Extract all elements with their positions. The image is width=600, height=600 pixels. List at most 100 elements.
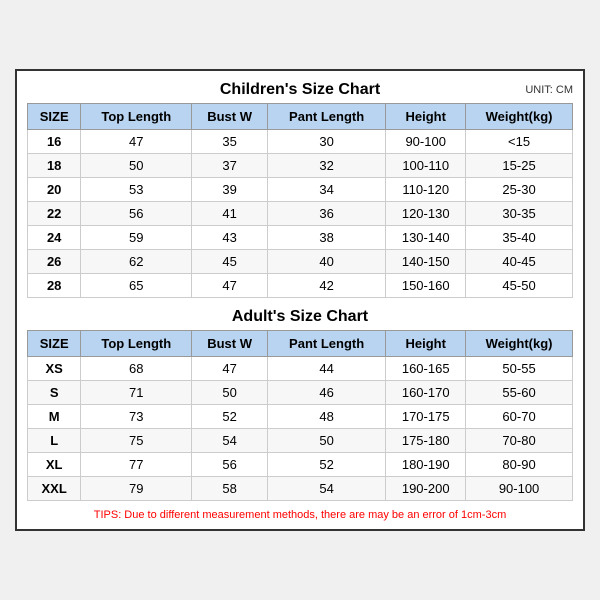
table-cell: 90-100 <box>386 130 466 154</box>
table-cell: 45 <box>192 250 268 274</box>
table-cell: 50-55 <box>466 357 573 381</box>
table-cell: 65 <box>81 274 192 298</box>
table-cell: <15 <box>466 130 573 154</box>
table-cell: 32 <box>267 154 385 178</box>
table-cell: 190-200 <box>386 477 466 501</box>
table-cell: XS <box>28 357 81 381</box>
table-cell: 75 <box>81 429 192 453</box>
table-cell: 70-80 <box>466 429 573 453</box>
table-cell: 47 <box>192 357 268 381</box>
table-cell: 55-60 <box>466 381 573 405</box>
table-row: 28654742150-16045-50 <box>28 274 573 298</box>
table-cell: 110-120 <box>386 178 466 202</box>
table-cell: 150-160 <box>386 274 466 298</box>
adults-title-row: Adult's Size Chart <box>27 308 573 326</box>
table-cell: 80-90 <box>466 453 573 477</box>
table-cell: 170-175 <box>386 405 466 429</box>
table-cell: 52 <box>267 453 385 477</box>
table-cell: 120-130 <box>386 202 466 226</box>
table-cell: 26 <box>28 250 81 274</box>
table-cell: 73 <box>81 405 192 429</box>
table-cell: 39 <box>192 178 268 202</box>
table-row: 20533934110-12025-30 <box>28 178 573 202</box>
table-cell: 60-70 <box>466 405 573 429</box>
children-col-bust-w: Bust W <box>192 104 268 130</box>
children-col-height: Height <box>386 104 466 130</box>
chart-container: Children's Size Chart UNIT: CM SIZE Top … <box>15 69 585 531</box>
table-cell: 22 <box>28 202 81 226</box>
table-row: L755450175-18070-80 <box>28 429 573 453</box>
table-row: 26624540140-15040-45 <box>28 250 573 274</box>
children-title: Children's Size Chart <box>220 81 380 99</box>
table-cell: 34 <box>267 178 385 202</box>
table-cell: L <box>28 429 81 453</box>
table-cell: 52 <box>192 405 268 429</box>
table-cell: 50 <box>192 381 268 405</box>
table-cell: 140-150 <box>386 250 466 274</box>
children-header-row: SIZE Top Length Bust W Pant Length Heigh… <box>28 104 573 130</box>
table-cell: 71 <box>81 381 192 405</box>
table-cell: 53 <box>81 178 192 202</box>
adults-col-size: SIZE <box>28 331 81 357</box>
table-row: 24594338130-14035-40 <box>28 226 573 250</box>
table-cell: 62 <box>81 250 192 274</box>
adults-table: SIZE Top Length Bust W Pant Length Heigh… <box>27 330 573 501</box>
table-cell: 58 <box>192 477 268 501</box>
children-title-row: Children's Size Chart UNIT: CM <box>27 81 573 99</box>
table-cell: 48 <box>267 405 385 429</box>
table-cell: 16 <box>28 130 81 154</box>
table-cell: 40 <box>267 250 385 274</box>
adults-col-bust-w: Bust W <box>192 331 268 357</box>
table-cell: 45-50 <box>466 274 573 298</box>
table-cell: 56 <box>81 202 192 226</box>
table-cell: 46 <box>267 381 385 405</box>
table-row: M735248170-17560-70 <box>28 405 573 429</box>
table-cell: 15-25 <box>466 154 573 178</box>
table-cell: 42 <box>267 274 385 298</box>
table-cell: 35-40 <box>466 226 573 250</box>
table-row: XXL795854190-20090-100 <box>28 477 573 501</box>
children-table: SIZE Top Length Bust W Pant Length Heigh… <box>27 103 573 298</box>
table-cell: 180-190 <box>386 453 466 477</box>
table-cell: 28 <box>28 274 81 298</box>
table-cell: 25-30 <box>466 178 573 202</box>
children-col-size: SIZE <box>28 104 81 130</box>
table-cell: 47 <box>81 130 192 154</box>
table-cell: 38 <box>267 226 385 250</box>
table-row: XS684744160-16550-55 <box>28 357 573 381</box>
adults-title: Adult's Size Chart <box>232 308 368 326</box>
table-cell: 41 <box>192 202 268 226</box>
table-cell: 56 <box>192 453 268 477</box>
unit-label: UNIT: CM <box>525 84 573 96</box>
table-cell: 30-35 <box>466 202 573 226</box>
adults-col-weight: Weight(kg) <box>466 331 573 357</box>
adults-header-row: SIZE Top Length Bust W Pant Length Heigh… <box>28 331 573 357</box>
table-row: 18503732100-11015-25 <box>28 154 573 178</box>
table-row: 22564136120-13030-35 <box>28 202 573 226</box>
table-cell: 20 <box>28 178 81 202</box>
table-row: S715046160-17055-60 <box>28 381 573 405</box>
table-cell: 36 <box>267 202 385 226</box>
table-cell: 50 <box>267 429 385 453</box>
table-cell: 130-140 <box>386 226 466 250</box>
table-cell: 79 <box>81 477 192 501</box>
table-cell: 175-180 <box>386 429 466 453</box>
table-cell: XXL <box>28 477 81 501</box>
table-cell: 54 <box>267 477 385 501</box>
table-cell: 59 <box>81 226 192 250</box>
table-cell: 43 <box>192 226 268 250</box>
table-cell: 44 <box>267 357 385 381</box>
table-cell: 24 <box>28 226 81 250</box>
table-cell: 35 <box>192 130 268 154</box>
table-cell: 50 <box>81 154 192 178</box>
table-cell: 18 <box>28 154 81 178</box>
table-cell: 90-100 <box>466 477 573 501</box>
table-cell: M <box>28 405 81 429</box>
adults-col-pant-length: Pant Length <box>267 331 385 357</box>
children-col-pant-length: Pant Length <box>267 104 385 130</box>
table-cell: 160-165 <box>386 357 466 381</box>
adults-col-top-length: Top Length <box>81 331 192 357</box>
table-cell: 54 <box>192 429 268 453</box>
table-cell: S <box>28 381 81 405</box>
tips-text: TIPS: Due to different measurement metho… <box>27 509 573 521</box>
